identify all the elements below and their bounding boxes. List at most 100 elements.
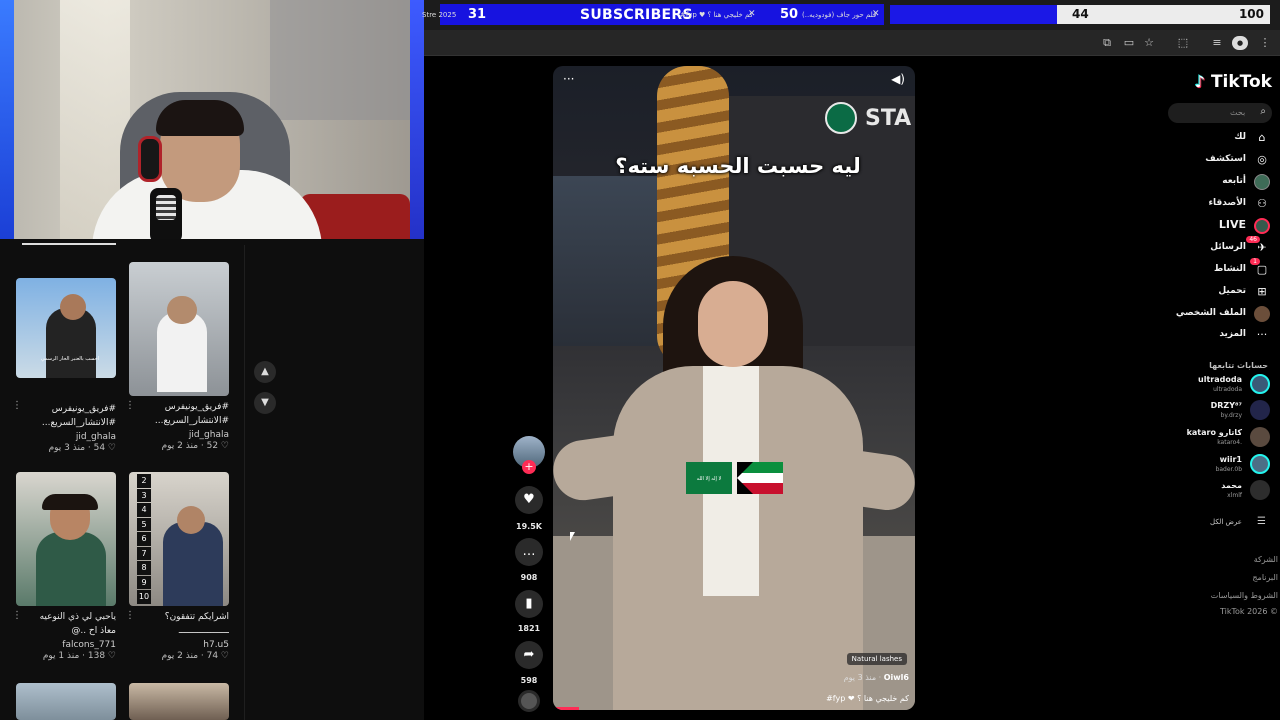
starbucks-logo xyxy=(825,102,857,134)
footer-link-program[interactable]: البرنامج xyxy=(1252,573,1278,582)
tab-close-icon[interactable]: ✕ xyxy=(872,9,880,19)
footer-link-terms[interactable]: الشروط والسياسات xyxy=(1211,591,1278,600)
card-caption[interactable]: اشرايكم تتفقون؟ xyxy=(129,610,229,624)
goal-target: 100 xyxy=(1238,7,1264,21)
video-player[interactable]: STA لا إله إلا الله ليه حسبت الحسبه سته؟… xyxy=(553,66,915,710)
card-caption-line2[interactable]: #الانتشار_السريع... xyxy=(129,414,229,428)
bookmark-star-icon[interactable]: ☆ xyxy=(1142,36,1156,50)
grid-card[interactable]: 2 3 4 5 6 7 8 9 10 اشرايكم تتفقون؟ ـــــ… xyxy=(125,472,229,661)
nav-item-messages[interactable]: الرسائل ✈ 46 xyxy=(1140,236,1270,257)
video-thumbnail[interactable] xyxy=(129,262,229,396)
following-account[interactable]: wiir1 bader.0b xyxy=(1140,454,1270,476)
see-all-button[interactable]: عرض الكل ☰ xyxy=(1140,516,1270,530)
list-number: 4 xyxy=(137,503,151,517)
menu-kebab-icon[interactable]: ⋮ xyxy=(1258,36,1272,50)
card-meta-text: 52 · منذ 2 يوم xyxy=(161,441,219,451)
translate-icon[interactable]: ⧉ xyxy=(1100,36,1114,50)
grid-card[interactable]: احسب بالعنبر الحار الرسمي #فريق_يونيفرس … xyxy=(12,278,116,453)
profile-avatar-icon[interactable]: ● xyxy=(1232,36,1248,50)
share-arrow-icon[interactable]: ➦ xyxy=(515,641,543,669)
video-progress[interactable] xyxy=(553,707,579,710)
card-more-icon[interactable]: ⋮ xyxy=(12,610,22,621)
card-meta-text: 138 · منذ 1 يوم xyxy=(42,651,106,661)
footer-link-company[interactable]: الشركة xyxy=(1254,555,1278,564)
tab-title[interactable]: فلم حور جاف (فودوديه..) xyxy=(802,11,876,19)
nav-item-live[interactable]: LIVE xyxy=(1140,217,1270,235)
chevron-down-icon[interactable]: ▼ xyxy=(254,392,276,414)
list-number: 6 xyxy=(137,532,151,546)
video-thumbnail[interactable] xyxy=(16,683,116,720)
card-more-icon[interactable]: ⋮ xyxy=(12,400,22,411)
nav-item-explore[interactable]: استكشف ◎ xyxy=(1140,151,1270,169)
author-username[interactable]: Oiwl6 xyxy=(884,673,909,682)
video-thumbnail[interactable]: 2 3 4 5 6 7 8 9 10 xyxy=(129,472,229,606)
card-caption[interactable]: #فريق_يونيفرس xyxy=(16,402,116,416)
thumb-caption: احسب بالعنبر الحار الرسمي xyxy=(40,356,100,362)
nav-item-for-you[interactable]: لك ⌂ xyxy=(1140,129,1270,147)
tab-title[interactable]: 2025 Stre xyxy=(422,11,456,19)
card-username[interactable]: falcons_771 xyxy=(16,640,116,650)
video-more-icon[interactable]: ··· xyxy=(563,72,574,86)
grid-card[interactable]: #فريق_يونيفرس #الانتشار_السريع... jid_gh… xyxy=(125,262,229,451)
card-caption-line2[interactable]: #الانتشار_السريع... xyxy=(16,416,116,430)
nav-item-following[interactable]: أتابعه xyxy=(1140,173,1270,191)
nav-item-friends[interactable]: الأصدقاء ⚇ xyxy=(1140,195,1270,213)
card-more-icon[interactable]: ⋮ xyxy=(125,400,135,411)
card-caption[interactable]: ياحبي لي ذي النوعيه xyxy=(16,610,116,624)
music-disc-icon[interactable] xyxy=(518,690,540,712)
effect-tag[interactable]: Natural lashes xyxy=(846,653,907,665)
account-name: kataro كاتارو xyxy=(1186,428,1242,437)
grid-card[interactable]: ياحبي لي ذي النوعيه معاذ اح ..@ falcons_… xyxy=(12,472,116,661)
tab-close-icon[interactable]: ✕ xyxy=(748,9,756,19)
card-caption-line2[interactable]: ـــــــــــــــــــ xyxy=(129,624,229,638)
card-caption[interactable]: #فريق_يونيفرس xyxy=(129,400,229,414)
extensions-icon[interactable]: ⬚ xyxy=(1176,36,1190,50)
card-more-icon[interactable]: ⋮ xyxy=(125,610,135,621)
card-username[interactable]: h7.u5 xyxy=(129,640,229,650)
following-account[interactable]: DRZY⁸⁷ by.drzy xyxy=(1140,400,1270,422)
nav-item-upload[interactable]: تحميل ⊞ xyxy=(1140,283,1270,301)
home-icon: ⌂ xyxy=(1258,131,1266,144)
like-heart-icon[interactable]: ♥ xyxy=(515,486,543,514)
video-caption[interactable]: كم خليجي هنا ؟ ❤ fyp# xyxy=(826,694,909,703)
list-number: 10 xyxy=(137,590,151,604)
list-number: 5 xyxy=(137,517,151,531)
video-thumbnail[interactable]: احسب بالعنبر الحار الرسمي xyxy=(16,278,116,378)
thumb-figure xyxy=(36,532,106,606)
goal-progress-fill xyxy=(890,5,1058,24)
woman-face xyxy=(698,281,768,367)
card-username[interactable]: jid_ghala xyxy=(129,430,229,440)
kuwait-flag xyxy=(737,462,783,494)
nav-item-more[interactable]: المزيد ··· xyxy=(1140,326,1270,344)
media-controls-icon[interactable]: ≡ xyxy=(1210,36,1224,50)
following-account[interactable]: ultradoda ultradoda xyxy=(1140,374,1270,396)
following-account[interactable]: محمد xlmlf xyxy=(1140,480,1270,502)
cast-icon[interactable]: ▭ xyxy=(1122,36,1136,50)
bookmark-icon[interactable]: ▮ xyxy=(515,590,543,618)
nav-label: المزيد xyxy=(1219,329,1246,339)
search-icon[interactable]: ⌕ xyxy=(1260,106,1266,117)
nav-item-profile[interactable]: الملف الشخصي xyxy=(1140,305,1270,323)
account-name: wiir1 xyxy=(1219,455,1242,464)
nav-item-activity[interactable]: النشاط ▢ 1 xyxy=(1140,258,1270,279)
list-icon: ☰ xyxy=(1257,516,1266,527)
card-caption-line2[interactable]: معاذ اح ..@ xyxy=(16,624,116,638)
list-number: 9 xyxy=(137,575,151,589)
tab-title[interactable]: كم خليجي هنا ؟ ♥ fyp# xyxy=(680,11,753,19)
following-account[interactable]: kataro كاتارو kataro4. xyxy=(1140,427,1270,449)
browser-toolbar: ⧉ ▭ ☆ ⬚ ≡ ● ⋮ xyxy=(424,30,1280,56)
follow-plus-icon[interactable]: + xyxy=(522,460,536,474)
tiktok-logo[interactable]: ♪ TikTok xyxy=(1190,72,1272,92)
following-section-title: حسابات تتابعها xyxy=(1209,361,1268,370)
video-thumbnail[interactable] xyxy=(129,683,229,720)
search-input[interactable]: بحث ⌕ xyxy=(1168,103,1272,123)
card-username[interactable]: jid_ghala xyxy=(16,432,116,442)
chevron-up-icon[interactable]: ▲ xyxy=(254,361,276,383)
card-meta: ♡ 74 · منذ 2 يوم xyxy=(129,651,229,661)
comment-icon[interactable]: … xyxy=(515,538,543,566)
heart-icon: ♡ xyxy=(105,443,116,453)
card-meta: ♡ 138 · منذ 1 يوم xyxy=(16,651,116,661)
video-thumbnail[interactable] xyxy=(16,472,116,606)
volume-icon[interactable]: ◀) xyxy=(891,72,905,86)
nav-label: استكشف xyxy=(1205,154,1246,164)
